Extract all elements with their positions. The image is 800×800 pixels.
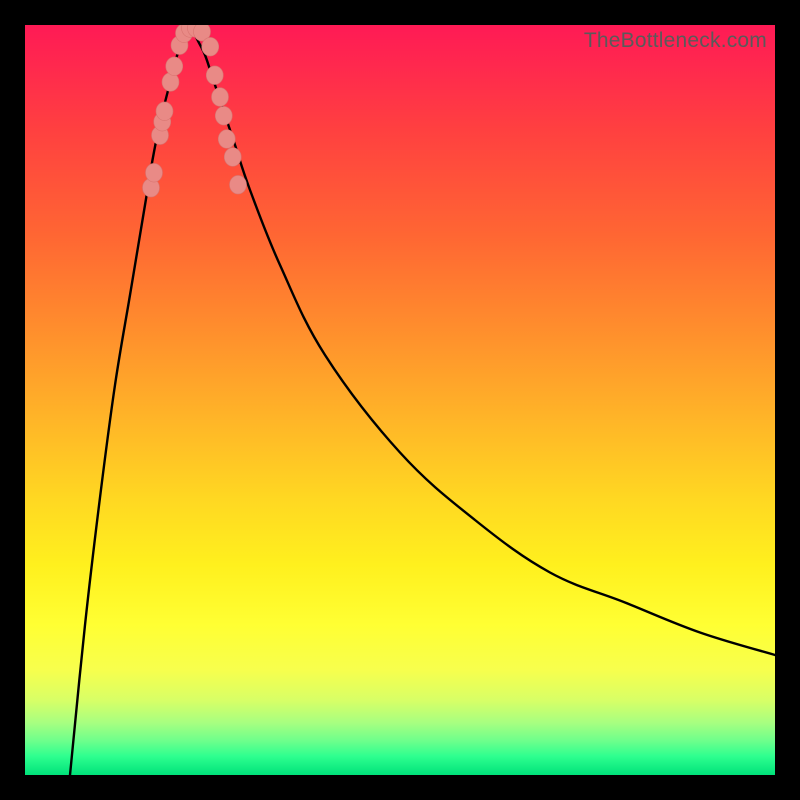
sample-point-marker <box>224 148 241 167</box>
sample-point-marker <box>218 130 235 149</box>
sample-point-marker <box>156 102 173 121</box>
sample-point-marker <box>202 37 219 56</box>
bottleneck-curve-chart <box>25 25 775 775</box>
sample-point-markers <box>143 25 247 197</box>
chart-frame: TheBottleneck.com <box>0 0 800 800</box>
curve-left-branch <box>70 25 190 775</box>
sample-point-marker <box>166 57 183 76</box>
sample-point-marker <box>206 66 223 85</box>
sample-point-marker <box>215 106 232 125</box>
sample-point-marker <box>146 163 163 182</box>
plot-area: TheBottleneck.com <box>25 25 775 775</box>
sample-point-marker <box>230 175 247 194</box>
sample-point-marker <box>212 88 229 107</box>
watermark-text: TheBottleneck.com <box>584 29 767 53</box>
curve-right-branch <box>190 25 775 655</box>
